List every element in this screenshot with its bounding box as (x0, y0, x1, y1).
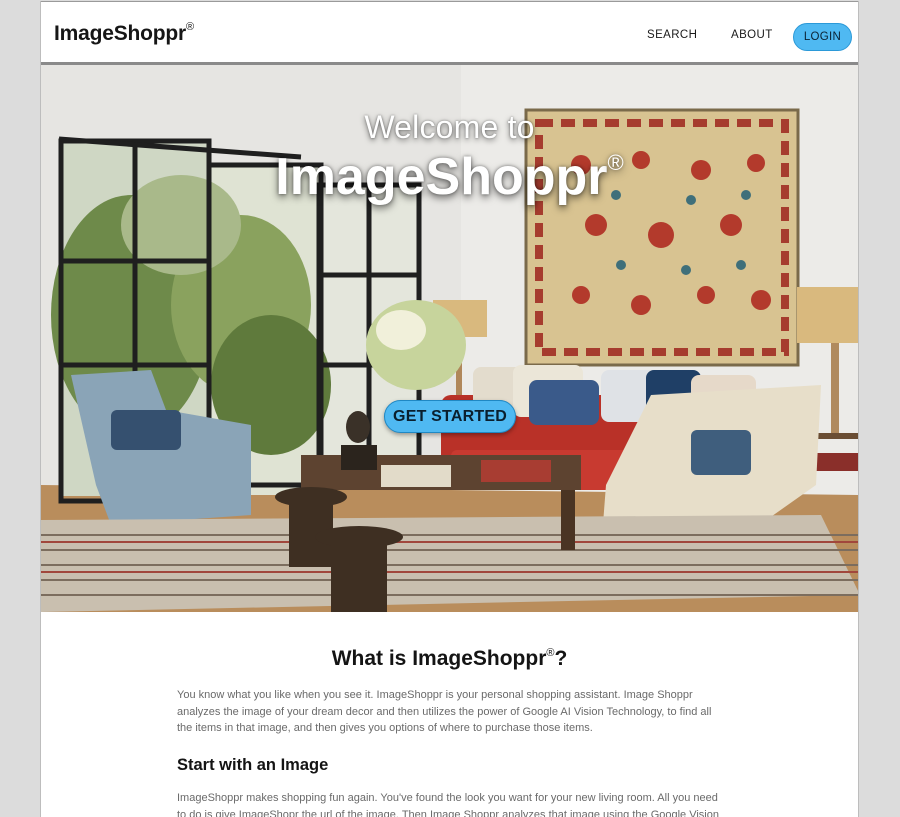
about-heading-suffix: ? (554, 647, 568, 670)
about-heading-text: What is ImageShoppr (331, 647, 547, 670)
page: ImageShoppr® SEARCH ABOUT LOGIN Welcome … (40, 1, 859, 817)
about-registered-mark: ® (546, 647, 555, 659)
navbar: ImageShoppr® SEARCH ABOUT LOGIN (41, 1, 858, 65)
login-button[interactable]: LOGIN (793, 23, 852, 51)
nav-search-link[interactable]: SEARCH (647, 29, 697, 41)
nav-about-link[interactable]: ABOUT (731, 29, 773, 41)
hero-registered-mark: ® (607, 149, 624, 175)
brand-name: ImageShoppr (54, 22, 186, 45)
hero-welcome: Welcome to (364, 109, 535, 145)
registered-mark: ® (185, 21, 194, 33)
brand-logo[interactable]: ImageShoppr® (54, 21, 194, 46)
hero-title: ImageShoppr® (41, 147, 858, 207)
start-heading: Start with an Image (177, 756, 329, 774)
get-started-button[interactable]: GET STARTED (384, 400, 516, 433)
about-heading: What is ImageShoppr®? (41, 647, 858, 671)
hero-title-text: ImageShoppr (275, 148, 608, 206)
hero-banner: Welcome to ImageShoppr® GET STARTED (41, 65, 858, 612)
about-paragraph: You know what you like when you see it. … (177, 689, 712, 734)
start-paragraph: ImageShoppr makes shopping fun again. Yo… (177, 792, 719, 817)
